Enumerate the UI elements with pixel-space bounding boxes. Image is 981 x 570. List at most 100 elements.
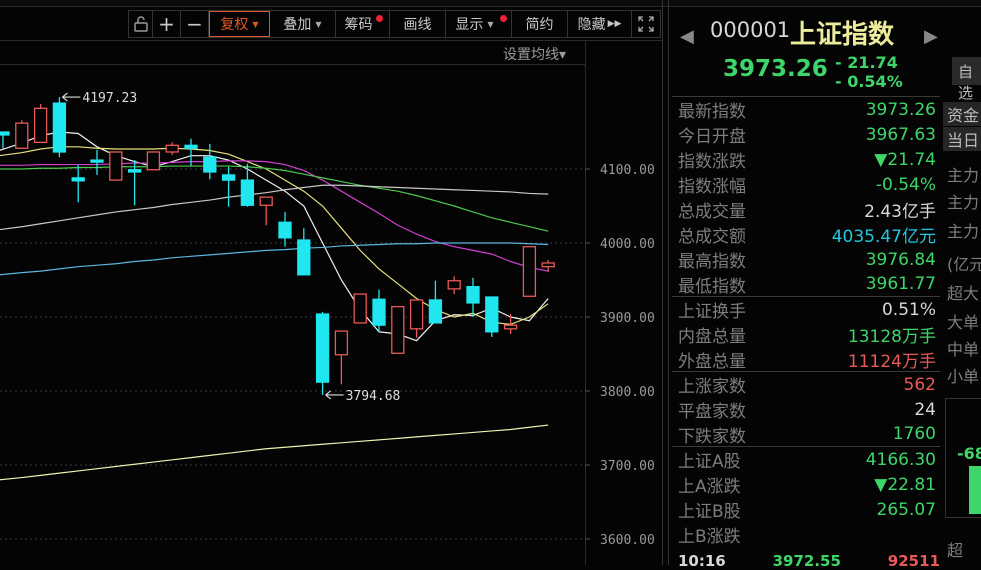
chart-toolbar: + − 复权 ▼ 叠加 ▼ 筹码 画线 显示 ▼ 简约 隐藏 ▶▶ — [128, 10, 661, 38]
tick-row: 10:16 3972.55 92511 — [678, 552, 940, 570]
stat-row: 上证B股 265.07 — [672, 497, 940, 523]
candle-up — [146, 151, 161, 171]
draw-line-button[interactable]: 画线 — [390, 11, 446, 37]
simple-button[interactable]: 简约 — [512, 11, 568, 37]
expand-icon[interactable] — [632, 11, 660, 37]
stat-row: 下跌家数 1760 — [672, 422, 940, 447]
ma-line-ma10 — [0, 146, 549, 326]
stat-row: 指数涨幅 -0.54% — [672, 172, 940, 198]
ma-line-ma250 — [0, 424, 549, 481]
fund-flow-label: 主力 — [947, 166, 980, 185]
stat-row: 总成交额 4035.47亿元 — [672, 222, 940, 247]
fund-flow-label: 大单 — [947, 313, 980, 332]
stat-row: 最新指数 3973.26 — [672, 97, 940, 123]
y-tick-label: 4100.00 — [600, 163, 655, 178]
notification-dot-icon — [376, 15, 383, 22]
stat-value: 265.07 — [876, 499, 936, 520]
ma-line-ma30 — [0, 165, 549, 232]
stat-value: 11124万手 — [847, 351, 936, 372]
stat-label: 上B涨跌 — [678, 527, 741, 547]
tick-time: 10:16 — [678, 552, 726, 570]
stat-label: 平盘家数 — [678, 402, 746, 422]
top-menu-bar — [0, 0, 981, 7]
fuquan-dropdown[interactable]: 复权 ▼ — [209, 11, 270, 37]
stat-row: 最低指数 3961.77 — [672, 272, 940, 297]
stat-row: 上涨家数 562 — [672, 372, 940, 398]
fund-flow-label: 小单 — [947, 367, 980, 386]
stat-label: 上证换手 — [678, 302, 746, 322]
overlay-dropdown[interactable]: 叠加 ▼ — [270, 11, 336, 37]
stat-value: -0.54% — [875, 174, 936, 195]
prev-stock-arrow-icon[interactable]: ◀ — [680, 26, 694, 47]
candle-up — [15, 122, 29, 149]
unlock-icon[interactable] — [129, 11, 153, 37]
y-tick-label: 3700.00 — [600, 459, 655, 474]
stat-row: 平盘家数 24 — [672, 397, 940, 423]
fund-flow-label: (亿元 — [947, 255, 981, 274]
stat-row: 指数涨跌 ▼21.74 — [672, 147, 940, 173]
fund-flow-bar — [969, 466, 981, 514]
stat-label: 上证B股 — [678, 502, 741, 522]
fund-flow-label: 超 — [947, 541, 964, 560]
zoom-in-button[interactable]: + — [153, 11, 181, 37]
ma-line-ma60 — [0, 184, 549, 231]
candle-up — [353, 293, 367, 324]
fund-flow-label: 中单 — [947, 340, 980, 359]
price-change: - 21.74- 0.54% — [835, 53, 903, 91]
candle-down — [203, 156, 217, 173]
stat-label: 上A涨跌 — [678, 477, 741, 497]
stat-row: 最高指数 3976.84 — [672, 247, 940, 273]
fund-flow-column: 资金 当日 主力 主力 主力 (亿元 超大 大单 中单 小单 -68 超 — [943, 0, 981, 565]
caret-down-icon: ▼ — [487, 19, 494, 29]
stat-label: 指数涨幅 — [678, 177, 746, 197]
price-annotation: 4197.23 — [82, 91, 137, 106]
stat-value: 0.51% — [881, 299, 936, 320]
stat-value: 4035.47亿元 — [831, 227, 936, 247]
candle-down — [52, 102, 67, 153]
zoom-out-button[interactable]: − — [181, 11, 209, 37]
tick-price: 3972.55 — [772, 552, 841, 570]
chip-button[interactable]: 筹码 — [336, 11, 390, 37]
quote-panel: ◀ 000001 上证指数 ▶ 3973.26 - 21.74- 0.54% 最… — [670, 8, 942, 570]
candle-down — [90, 159, 104, 163]
arrow-left-icon — [62, 92, 81, 102]
overlay-label: 叠加 — [283, 17, 312, 33]
stat-label: 最高指数 — [678, 252, 746, 272]
candle-up — [259, 196, 273, 206]
stat-value: 562 — [903, 374, 936, 395]
current-price: 3973.26 — [723, 56, 828, 82]
stat-label: 下跌家数 — [678, 426, 746, 447]
candle-up — [334, 330, 349, 356]
set-moving-average-dropdown[interactable]: 设置均线▾ — [503, 44, 566, 64]
y-tick-label: 3800.00 — [600, 385, 655, 400]
candle-down — [372, 298, 386, 326]
stat-label: 内盘总量 — [678, 327, 746, 347]
hide-label: 隐藏 — [577, 17, 606, 33]
display-dropdown[interactable]: 显示 ▼ — [446, 11, 512, 37]
ma-line-ma120 — [0, 242, 549, 276]
stat-value: 4166.30 — [865, 449, 936, 470]
candle-down — [127, 169, 142, 173]
display-label: 显示 — [455, 17, 484, 33]
candle-down — [278, 221, 292, 239]
stat-row: 今日开盘 3967.63 — [672, 122, 940, 148]
stat-row: 外盘总量 11124万手 — [672, 347, 940, 372]
candle-down — [221, 174, 236, 181]
candle-down — [485, 296, 499, 333]
next-stock-arrow-icon[interactable]: ▶ — [924, 26, 938, 47]
change-percent: - 0.54% — [835, 72, 903, 91]
stat-label: 外盘总量 — [678, 351, 746, 372]
divider — [0, 40, 662, 41]
stat-label: 最低指数 — [678, 276, 746, 297]
y-tick-label: 3900.00 — [600, 311, 655, 326]
stock-code: 000001 — [710, 18, 791, 42]
candle-down — [71, 177, 85, 182]
stat-row: 内盘总量 13128万手 — [672, 322, 940, 347]
hide-button[interactable]: 隐藏 ▶▶ — [568, 11, 632, 37]
candle-down — [240, 179, 255, 206]
kline-chart[interactable]: 4100.00 4000.00 3900.00 3800.00 3700.00 3600.… — [0, 62, 662, 565]
fund-flow-label: 资金 — [943, 102, 981, 126]
stat-value: 24 — [914, 399, 936, 420]
caret-down-icon: ▼ — [315, 19, 322, 29]
candle-up — [391, 305, 405, 354]
